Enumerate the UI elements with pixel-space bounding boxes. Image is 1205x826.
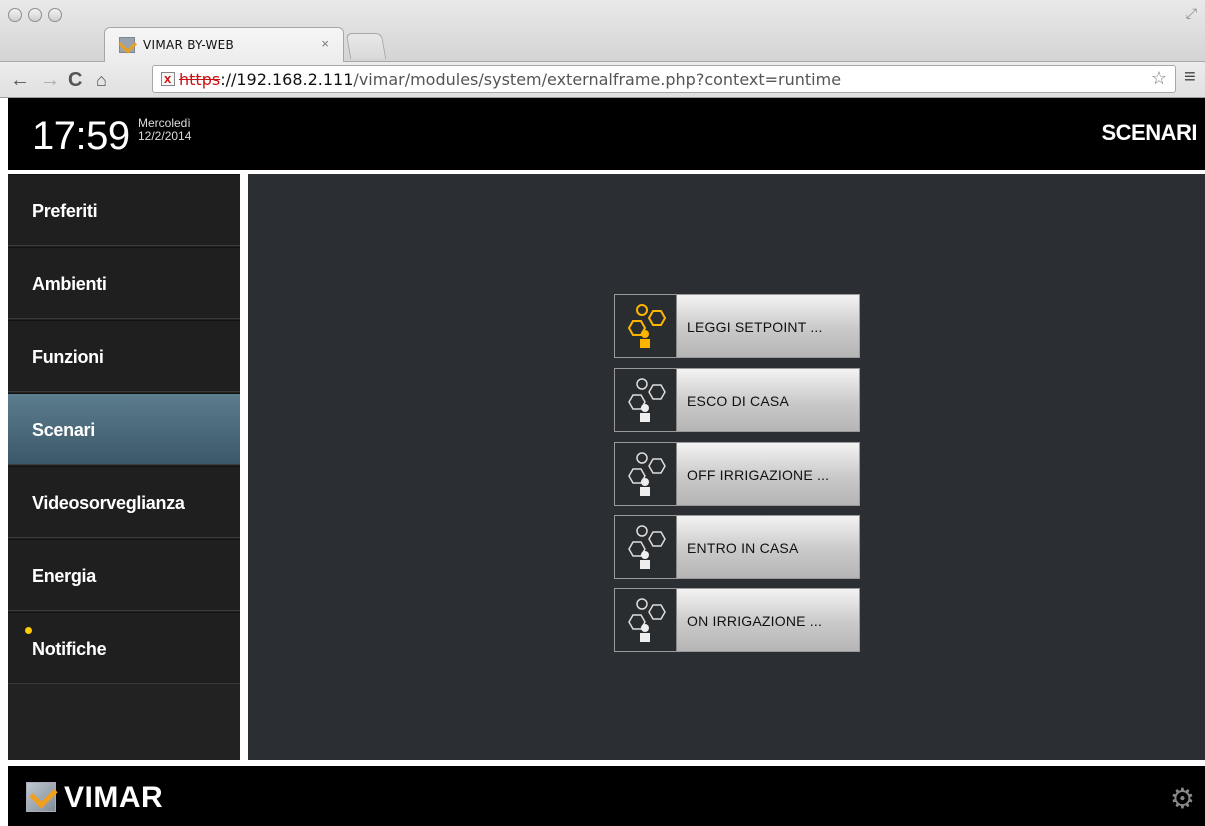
sidebar-item-notifiche[interactable]: Notifiche xyxy=(8,612,240,684)
sidebar-item-scenari[interactable]: Scenari xyxy=(8,393,240,465)
sidebar-item-label: Videosorveglianza xyxy=(32,493,185,513)
minimize-window-button[interactable] xyxy=(28,8,42,22)
back-arrow-icon[interactable]: ← xyxy=(10,66,30,94)
brand-name: VIMAR xyxy=(64,781,164,814)
menu-icon[interactable]: ≡ xyxy=(1184,66,1196,89)
sidebar-item-label: Ambienti xyxy=(32,274,107,294)
forward-arrow-icon[interactable]: → xyxy=(40,66,60,94)
scene-button[interactable]: ENTRO IN CASA xyxy=(614,515,860,579)
sidebar-item-ambienti[interactable]: Ambienti xyxy=(8,247,240,319)
browser-toolbar: ← → C ⌂ https://192.168.2.111/vimar/modu… xyxy=(0,62,1205,98)
fullscreen-icon[interactable]: ⤢ xyxy=(1186,5,1197,22)
page-title: SCENARI xyxy=(1101,120,1197,145)
scene-icon xyxy=(615,369,677,431)
vimar-favicon-icon xyxy=(119,37,135,53)
zoom-window-button[interactable] xyxy=(48,8,62,22)
scene-label: LEGGI SETPOINT ... xyxy=(687,319,823,335)
sidebar-item-energia[interactable]: Energia xyxy=(8,539,240,611)
home-icon[interactable]: ⌂ xyxy=(96,66,107,94)
date-label: 12/2/2014 xyxy=(138,129,192,143)
sidebar-item-label: Notifiche xyxy=(32,639,107,659)
date-block: Mercoledì 12/2/2014 xyxy=(138,117,191,143)
sidebar-item-label: Scenari xyxy=(32,420,95,440)
scenes-panel: LEGGI SETPOINT ... ESCO DI CASA OFF IRRI… xyxy=(248,174,1205,760)
tab-title: VIMAR BY-WEB xyxy=(143,38,235,52)
sidebar-item-funzioni[interactable]: Funzioni xyxy=(8,320,240,392)
tab-close-icon[interactable]: × xyxy=(321,36,329,51)
scene-label: OFF IRRIGAZIONE ... xyxy=(687,467,830,483)
scene-label: ON IRRIGAZIONE ... xyxy=(687,613,823,629)
url-scheme: https xyxy=(179,70,221,89)
scene-icon xyxy=(615,295,677,357)
vimar-logo-icon xyxy=(26,782,56,812)
clock-time: 17:59 xyxy=(32,114,130,158)
sidebar-item-label: Funzioni xyxy=(32,347,104,367)
scene-button[interactable]: OFF IRRIGAZIONE ... xyxy=(614,442,860,506)
app-header: 17:59 Mercoledì 12/2/2014 SCENARI xyxy=(8,98,1205,170)
notification-dot-icon xyxy=(25,627,32,634)
scene-button[interactable]: ESCO DI CASA xyxy=(614,368,860,432)
sidebar-item-label: Energia xyxy=(32,566,96,586)
scene-label: ESCO DI CASA xyxy=(687,393,789,409)
sidebar-item-videosorveglianza[interactable]: Videosorveglianza xyxy=(8,466,240,538)
scene-icon xyxy=(615,443,677,505)
insecure-lock-icon[interactable] xyxy=(161,71,175,86)
gear-icon[interactable]: ⚙ xyxy=(1170,782,1195,815)
reload-icon[interactable]: C xyxy=(68,66,82,94)
sidebar-item-label: Preferiti xyxy=(32,201,98,221)
browser-titlebar: VIMAR BY-WEB × ⤢ xyxy=(0,0,1205,63)
scene-icon xyxy=(615,589,677,651)
scene-icon xyxy=(615,516,677,578)
app-frame: 17:59 Mercoledì 12/2/2014 SCENARI Prefer… xyxy=(0,98,1205,826)
new-tab-button[interactable] xyxy=(345,33,387,59)
address-bar[interactable]: https://192.168.2.111/vimar/modules/syst… xyxy=(152,65,1176,93)
app-footer: VIMAR ⚙ xyxy=(8,766,1205,826)
url-path: /vimar/modules/system/externalframe.php?… xyxy=(353,70,842,89)
browser-tab[interactable]: VIMAR BY-WEB × xyxy=(104,27,344,63)
scene-button[interactable]: LEGGI SETPOINT ... xyxy=(614,294,860,358)
sidebar-item-preferiti[interactable]: Preferiti xyxy=(8,174,240,246)
scene-label: ENTRO IN CASA xyxy=(687,540,799,556)
bookmark-star-icon[interactable]: ☆ xyxy=(1151,68,1167,89)
sidebar-nav: Preferiti Ambienti Funzioni Scenari Vide… xyxy=(8,174,240,760)
scene-button[interactable]: ON IRRIGAZIONE ... xyxy=(614,588,860,652)
url-host: ://192.168.2.111 xyxy=(220,70,354,89)
close-window-button[interactable] xyxy=(8,8,22,22)
url-text[interactable]: https://192.168.2.111/vimar/modules/syst… xyxy=(179,70,841,89)
